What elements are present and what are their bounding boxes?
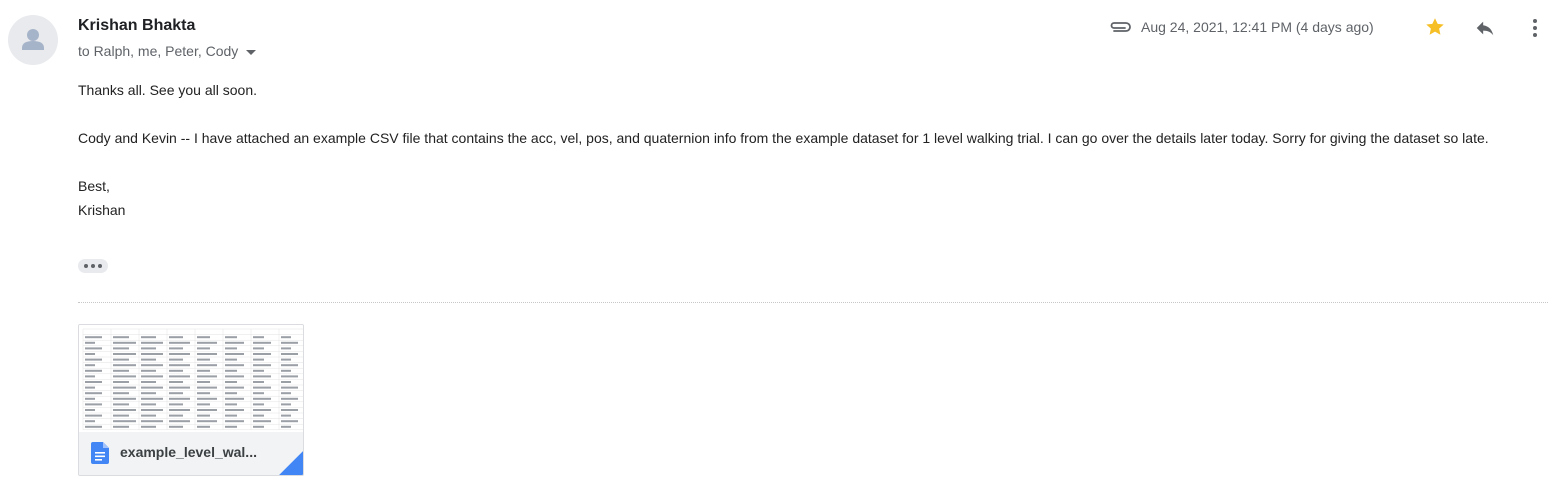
page-curl-icon [279, 451, 303, 475]
show-trimmed-content-button[interactable] [78, 259, 108, 273]
star-icon[interactable] [1424, 16, 1446, 38]
attachment-filename[interactable]: example_level_wal... [120, 444, 257, 460]
attachment-thumbnail [79, 325, 303, 432]
more-vert-icon[interactable] [1526, 16, 1544, 40]
ellipsis-icon [84, 264, 88, 268]
recipients-label: to Ralph, me, Peter, Cody [78, 43, 239, 59]
attachments-divider [78, 302, 1548, 303]
paperclip-icon [1110, 22, 1131, 32]
attachment-footer: example_level_wal... [79, 432, 303, 475]
reply-icon[interactable] [1474, 17, 1496, 39]
message-body: Thanks all. See you all soon. Cody and K… [78, 78, 1538, 222]
body-line-greeting: Thanks all. See you all soon. [78, 82, 257, 98]
person-icon [22, 29, 44, 50]
message-date[interactable]: Aug 24, 2021, 12:41 PM (4 days ago) [1141, 19, 1374, 35]
google-docs-icon [91, 442, 109, 464]
body-signature: Krishan [78, 202, 126, 218]
recipients-toggle[interactable]: to Ralph, me, Peter, Cody [78, 43, 257, 59]
body-paragraph: Cody and Kevin -- I have attached an exa… [78, 130, 1489, 146]
sender-avatar[interactable] [8, 15, 58, 65]
body-signoff: Best, [78, 178, 110, 194]
sender-name[interactable]: Krishan Bhakta [78, 17, 195, 35]
chevron-down-icon [246, 49, 257, 55]
attachment-card[interactable]: example_level_wal... [78, 324, 304, 476]
